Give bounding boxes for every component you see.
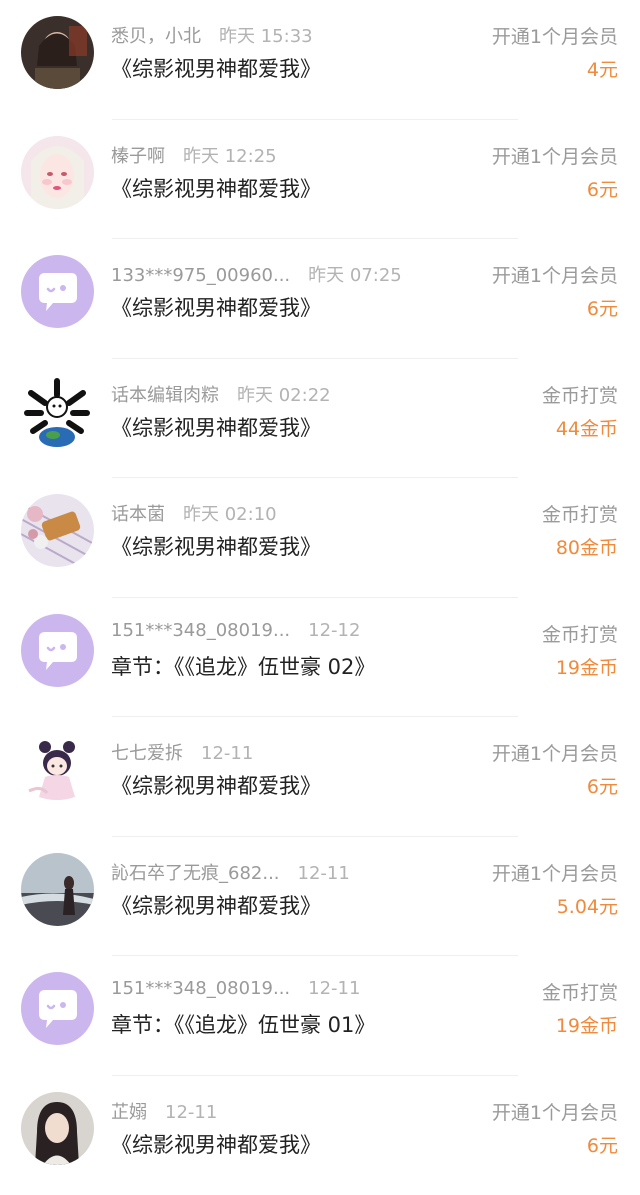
avatar[interactable]	[21, 494, 94, 567]
list-item[interactable]: 话本菌昨天 02:10 《综影视男神都爱我》 金币打赏 80金币	[0, 478, 640, 598]
reward-type: 开通1个月会员	[492, 739, 618, 766]
default-avatar[interactable]	[21, 255, 94, 328]
user-name[interactable]: 151***348_08019...	[111, 978, 290, 999]
list-item[interactable]: 訫石卒了无痕_682... 12-11 《综影视男神都爱我》 开通1个月会员 5.…	[0, 837, 640, 957]
list-item[interactable]: 七七爱拆 12-11 《综影视男神都爱我》 开通1个月会员 6元	[0, 717, 640, 837]
user-name[interactable]: 悉贝，小北	[111, 26, 201, 47]
user-name[interactable]: 七七爱拆	[111, 743, 183, 764]
timestamp: 昨天 02:22	[237, 385, 331, 406]
book-title: 《综影视男神都爱我》	[111, 412, 321, 442]
user-name[interactable]: 133***975_00960...	[111, 265, 290, 286]
timestamp: 12-11	[308, 978, 360, 999]
chapter-title: 章节：《《追龙》伍世豪 01》	[111, 1009, 375, 1039]
reward-amount: 19金币	[556, 1011, 618, 1038]
timestamp: 昨天 15:33	[219, 26, 313, 47]
reward-type: 开通1个月会员	[492, 1098, 618, 1125]
avatar[interactable]	[21, 136, 94, 209]
chapter-title: 章节：《《追龙》伍世豪 02》	[111, 651, 375, 681]
list-item[interactable]: 榛子啊昨天 12:25 《综影视男神都爱我》 开通1个月会员 6元	[0, 120, 640, 240]
list-item[interactable]: 133***975_00960... 昨天 07:25 《综影视男神都爱我》 开通…	[0, 239, 640, 359]
chat-bubble-icon	[21, 255, 94, 328]
reward-type: 开通1个月会员	[492, 261, 618, 288]
book-title: 《综影视男神都爱我》	[111, 531, 321, 561]
book-title: 《综影视男神都爱我》	[111, 770, 321, 800]
reward-amount: 4元	[587, 55, 618, 82]
book-title: 《综影视男神都爱我》	[111, 1129, 321, 1159]
book-title: 《综影视男神都爱我》	[111, 292, 321, 322]
chat-bubble-icon	[21, 972, 94, 1045]
reward-type: 金币打赏	[542, 620, 618, 647]
reward-amount: 6元	[587, 175, 618, 202]
reward-amount: 44金币	[556, 414, 618, 441]
timestamp: 12-11	[298, 863, 350, 884]
avatar[interactable]	[21, 853, 94, 926]
timestamp: 昨天 12:25	[183, 146, 277, 167]
default-avatar[interactable]	[21, 972, 94, 1045]
user-name[interactable]: 话本编辑肉粽	[111, 385, 219, 406]
reward-type: 开通1个月会员	[492, 859, 618, 886]
book-title: 《综影视男神都爱我》	[111, 173, 321, 203]
reward-list: 悉贝，小北昨天 15:33 《综影视男神都爱我》 开通1个月会员 4元 榛子啊昨…	[0, 0, 640, 1195]
reward-type: 金币打赏	[542, 500, 618, 527]
timestamp: 12-12	[308, 620, 360, 641]
book-title: 《综影视男神都爱我》	[111, 890, 321, 920]
timestamp: 12-11	[165, 1102, 217, 1123]
timestamp: 12-11	[201, 743, 253, 764]
user-name[interactable]: 话本菌	[111, 504, 165, 525]
reward-amount: 6元	[587, 1131, 618, 1158]
reward-amount: 6元	[587, 772, 618, 799]
user-name[interactable]: 芷嫋	[111, 1102, 147, 1123]
avatar[interactable]	[21, 375, 94, 448]
chat-bubble-icon	[21, 614, 94, 687]
avatar[interactable]	[21, 1092, 94, 1165]
avatar[interactable]	[21, 733, 94, 806]
avatar[interactable]	[21, 16, 94, 89]
reward-amount: 5.04元	[557, 892, 618, 919]
reward-type: 开通1个月会员	[492, 22, 618, 49]
list-item[interactable]: 话本编辑肉粽昨天 02:22 《综影视男神都爱我》 金币打赏 44金币	[0, 359, 640, 479]
reward-amount: 80金币	[556, 533, 618, 560]
timestamp: 昨天 02:10	[183, 504, 277, 525]
user-name[interactable]: 榛子啊	[111, 146, 165, 167]
reward-type: 开通1个月会员	[492, 142, 618, 169]
user-name[interactable]: 151***348_08019...	[111, 620, 290, 641]
list-item[interactable]: 151***348_08019...12-12 章节：《《追龙》伍世豪 02》 …	[0, 598, 640, 718]
reward-type: 金币打赏	[542, 978, 618, 1005]
list-item[interactable]: 芷嫋 12-11 《综影视男神都爱我》 开通1个月会员 6元	[0, 1076, 640, 1195]
reward-amount: 19金币	[556, 653, 618, 680]
timestamp: 昨天 07:25	[308, 265, 402, 286]
user-name[interactable]: 訫石卒了无痕_682...	[111, 863, 280, 884]
reward-type: 金币打赏	[542, 381, 618, 408]
default-avatar[interactable]	[21, 614, 94, 687]
reward-amount: 6元	[587, 294, 618, 321]
list-item[interactable]: 151***348_08019...12-11 章节：《《追龙》伍世豪 01》 …	[0, 956, 640, 1076]
book-title: 《综影视男神都爱我》	[111, 53, 321, 83]
list-item[interactable]: 悉贝，小北昨天 15:33 《综影视男神都爱我》 开通1个月会员 4元	[0, 0, 640, 120]
